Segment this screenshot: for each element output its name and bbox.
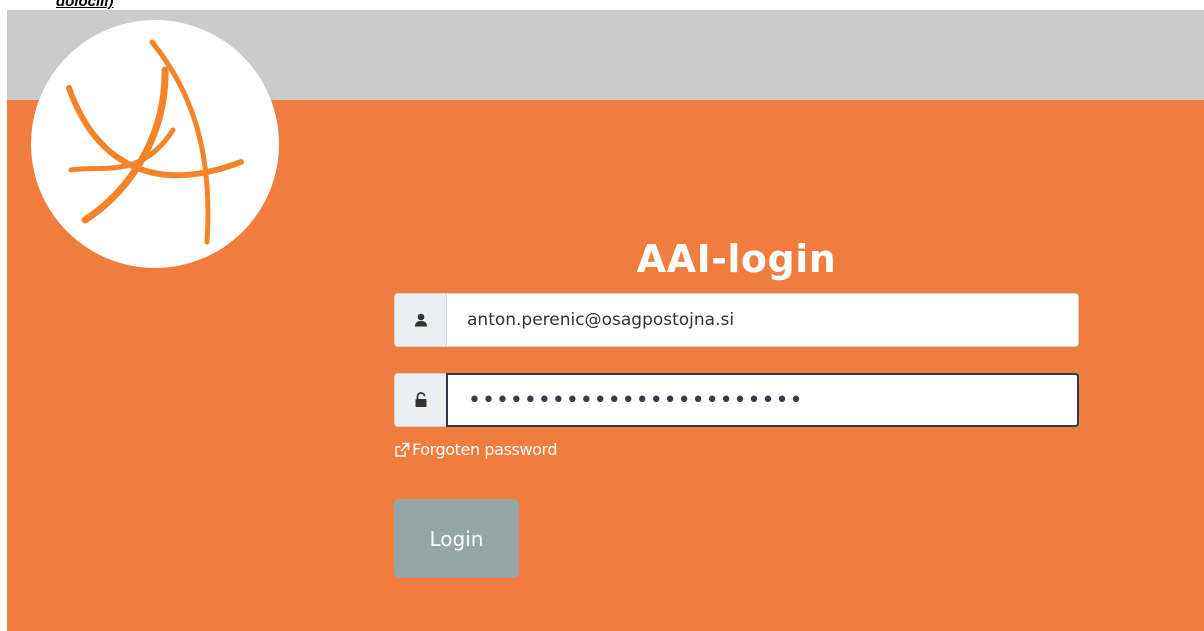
forgot-password-link[interactable]: Forgoten password (394, 440, 558, 459)
document-caption: dolocili) (56, 0, 114, 10)
password-addon (394, 373, 446, 427)
login-page: AAI-login Forgoten password (7, 10, 1204, 631)
username-addon (394, 293, 446, 347)
username-field[interactable] (446, 293, 1079, 347)
external-link-icon (394, 442, 410, 458)
unlock-icon (415, 392, 426, 407)
star-arcs-logo-icon (66, 39, 244, 245)
user-icon (414, 313, 427, 327)
password-field[interactable] (446, 373, 1079, 427)
logo (31, 20, 279, 268)
password-group (394, 373, 1079, 427)
page-title: AAI-login (636, 237, 837, 281)
username-group (394, 293, 1079, 347)
login-button[interactable]: Login (394, 499, 519, 578)
forgot-password-label: Forgoten password (412, 440, 558, 459)
